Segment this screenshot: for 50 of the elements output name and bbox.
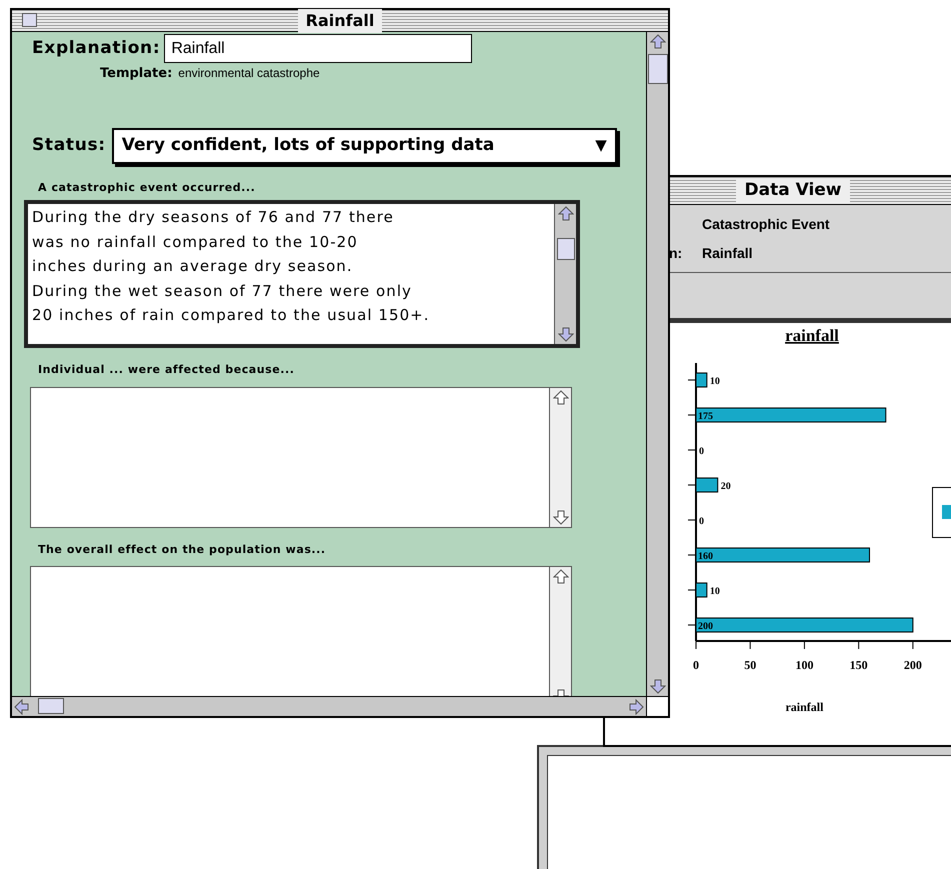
scroll-up-arrow-icon[interactable] [552, 569, 568, 585]
chart-title: rainfall [785, 326, 839, 345]
text-area[interactable] [24, 200, 580, 348]
data-label: 0 [699, 446, 704, 457]
field-label: Template: [100, 65, 172, 83]
section-label: A catastrophic event occurred... [37, 180, 256, 196]
explanation-value: Rainfall [702, 244, 753, 262]
data-label: 10 [710, 376, 720, 387]
data-label: 10 [710, 586, 720, 597]
vertical-scrollbar[interactable] [646, 32, 668, 696]
scrollbar[interactable] [554, 204, 576, 344]
explanation-field[interactable]: Rainfall [164, 34, 472, 63]
data-label: 0 [699, 516, 704, 527]
template-value: environmental catastrophe [178, 65, 320, 82]
text-area-content: During the dry seasons of 76 and 77 there was no rainfall compared to the 10-20 inches during an average dry season. During the wet season of 77 there were only 20 inches of rain compared to the usual 150+. [32, 207, 431, 326]
scroll-down-arrow-icon[interactable] [650, 678, 666, 694]
section-label: Individual ... were affected because... [37, 362, 296, 378]
scroll-thumb[interactable] [556, 238, 574, 260]
scrollbar[interactable] [549, 388, 571, 526]
section-label: The overall effect on the population was... [37, 542, 327, 558]
field-label: Explanation: [32, 36, 160, 60]
tick-label: 150 [850, 658, 868, 672]
axis-title: rainfall [785, 700, 824, 714]
tick-label: 200 [904, 658, 922, 672]
tick-label: 0 [693, 658, 699, 672]
scroll-thumb[interactable] [38, 698, 64, 714]
scroll-up-arrow-icon[interactable] [558, 206, 574, 222]
close-box[interactable] [22, 13, 37, 27]
data-label: 20 [720, 481, 731, 492]
tick-label: 50 [744, 658, 756, 672]
window-title: Rainfall [298, 8, 382, 32]
scroll-up-arrow-icon[interactable] [552, 390, 568, 406]
tick-label: 100 [795, 658, 814, 672]
scroll-down-arrow-icon[interactable] [558, 326, 574, 342]
data-label: 160 [698, 551, 713, 562]
scroll-right-arrow-icon[interactable] [628, 698, 644, 714]
horizontal-scrollbar[interactable] [12, 697, 646, 716]
field-label: n: [668, 244, 684, 262]
scrollbar[interactable] [549, 567, 571, 696]
data-label: 200 [698, 621, 713, 632]
scroll-thumb[interactable] [648, 54, 668, 84]
field-label: Status: [32, 134, 106, 157]
data-label: 175 [698, 411, 713, 422]
scroll-down-arrow-icon[interactable] [552, 508, 568, 524]
type-value: Catastrophic Event [701, 214, 831, 234]
scroll-up-arrow-icon[interactable] [650, 34, 666, 50]
grow-box[interactable] [646, 697, 668, 716]
dropdown-arrow: ▼ [595, 135, 607, 156]
scroll-left-arrow-icon[interactable] [14, 698, 30, 714]
window-title: Data View [736, 178, 850, 204]
